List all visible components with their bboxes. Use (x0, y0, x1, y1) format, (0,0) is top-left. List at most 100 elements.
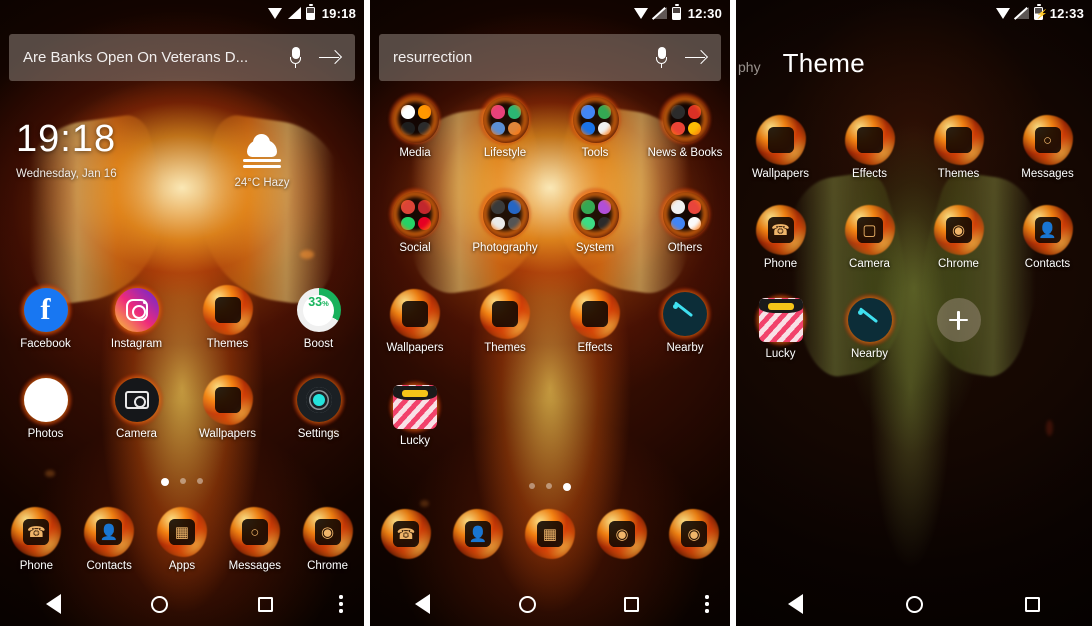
app-label: Media (399, 147, 431, 159)
folder-media[interactable]: Media (370, 93, 460, 159)
signal-off-icon (653, 7, 667, 19)
back-triangle-icon (787, 594, 803, 614)
app-label: Themes (937, 168, 980, 180)
dock-messages[interactable]: ○ Messages (218, 507, 291, 572)
app-wallpapers[interactable]: Wallpapers (370, 289, 460, 354)
navigation-bar (0, 582, 364, 626)
weather-widget[interactable]: 24°C Hazy (202, 134, 322, 189)
dock-phone[interactable]: ☎ (370, 509, 442, 559)
app-nearby[interactable]: Nearby (825, 294, 914, 360)
app-settings[interactable]: Settings (273, 374, 364, 440)
folder-system-icon (569, 188, 621, 240)
folder-social[interactable]: Social (370, 188, 460, 254)
app-themes[interactable]: Themes (182, 285, 273, 350)
app-wallpapers[interactable]: Wallpapers (182, 375, 273, 440)
app-boost[interactable]: 33% Boost (273, 288, 364, 350)
folder-tools[interactable]: Tools (550, 93, 640, 159)
app-contacts[interactable]: 👤 Contacts (1003, 205, 1092, 270)
microphone-icon[interactable] (656, 47, 667, 68)
page-dot-1[interactable] (161, 478, 169, 486)
app-effects[interactable]: Effects (550, 289, 640, 354)
app-instagram[interactable]: Instagram (91, 284, 182, 350)
nav-recents-button[interactable] (579, 596, 684, 612)
add-shortcut-button[interactable] (914, 298, 1003, 360)
status-clock: 19:18 (321, 5, 356, 21)
app-nearby[interactable]: Nearby (640, 288, 730, 354)
dock-camera[interactable]: ◉ (658, 509, 730, 559)
arrow-right-icon[interactable] (319, 50, 341, 66)
dock-apps[interactable]: ▦ (514, 509, 586, 559)
app-themes[interactable]: Themes (460, 289, 550, 354)
page-dot-3[interactable] (197, 478, 203, 484)
nav-home-button[interactable] (106, 595, 212, 613)
settings-gear-icon (292, 374, 345, 426)
boost-ring-icon: 33% (296, 288, 341, 332)
page-dot-3[interactable] (563, 483, 571, 491)
page-dot-2[interactable] (180, 478, 186, 484)
dock-chrome[interactable]: ◉ (586, 509, 658, 559)
dock-chrome[interactable]: ◉ Chrome (291, 507, 364, 572)
folder-lifestyle[interactable]: Lifestyle (460, 93, 550, 159)
folder-system[interactable]: System (550, 188, 640, 254)
folder-others[interactable]: Others (640, 188, 730, 254)
dock-phone[interactable]: ☎ Phone (0, 507, 73, 572)
dock-contacts[interactable]: 👤 Contacts (73, 507, 146, 572)
app-effects[interactable]: Effects (825, 115, 914, 180)
nav-back-button[interactable] (370, 594, 475, 614)
nav-overflow-button[interactable] (318, 595, 364, 613)
app-lucky[interactable]: Lucky (370, 381, 460, 447)
search-bar[interactable]: Are Banks Open On Veterans D... (9, 34, 355, 81)
microphone-icon[interactable] (290, 47, 301, 68)
folder-photography[interactable]: Photography (460, 188, 550, 254)
app-label: Wallpapers (386, 342, 444, 354)
nav-back-button[interactable] (0, 594, 106, 614)
wallpapers-icon (202, 375, 253, 425)
nav-back-button[interactable] (736, 594, 855, 614)
nav-home-button[interactable] (855, 595, 974, 613)
recents-square-icon (1025, 596, 1041, 612)
dock-apps[interactable]: ▦ Apps (146, 507, 219, 572)
app-facebook[interactable]: Facebook (0, 284, 91, 350)
app-camera[interactable]: Camera (91, 374, 182, 440)
lucky-icon (389, 381, 441, 433)
apps-grid-icon: ▦ (156, 507, 207, 557)
page-dot-2[interactable] (546, 483, 552, 489)
app-chrome[interactable]: ◉ Chrome (914, 205, 1003, 270)
page-indicator[interactable] (0, 478, 364, 486)
folder-news-books[interactable]: News & Books (640, 93, 730, 159)
search-input[interactable]: Are Banks Open On Veterans D... (23, 49, 290, 66)
app-phone[interactable]: ☎ Phone (736, 205, 825, 270)
instagram-icon (110, 284, 163, 336)
page-dot-1[interactable] (529, 483, 535, 489)
dock-contacts[interactable]: 👤 (442, 509, 514, 559)
nav-overflow-button[interactable] (684, 595, 730, 613)
folder-social-icon (389, 188, 441, 240)
app-photos[interactable]: Photos (0, 374, 91, 440)
folder-lifestyle-icon (479, 93, 531, 145)
app-label: Chrome (938, 258, 979, 270)
search-bar[interactable]: resurrection (379, 34, 721, 81)
dock-label: Apps (168, 560, 196, 572)
app-label: Tools (581, 147, 609, 159)
google-photos-icon (19, 374, 72, 426)
app-lucky[interactable]: Lucky (736, 294, 825, 360)
previous-category-label[interactable]: phy (738, 59, 761, 75)
page-indicator[interactable] (370, 483, 730, 491)
chrome-icon: ◉ (597, 509, 647, 559)
arrow-right-icon[interactable] (685, 50, 707, 66)
app-wallpapers[interactable]: Wallpapers (736, 115, 825, 180)
clock-weather-widget[interactable]: 19:18 Wednesday, Jan 16 24°C Hazy (16, 118, 348, 189)
nav-home-button[interactable] (475, 595, 580, 613)
app-themes[interactable]: Themes (914, 115, 1003, 180)
nav-recents-button[interactable] (973, 596, 1092, 612)
boost-value: 33 (308, 294, 323, 309)
signal-off-icon (1015, 7, 1029, 19)
phone-icon: ☎ (755, 205, 806, 255)
page-title: Theme (782, 48, 865, 78)
nav-recents-button[interactable] (212, 596, 318, 612)
app-messages[interactable]: ○ Messages (1003, 115, 1092, 180)
weather-text: 24°C Hazy (234, 177, 290, 189)
search-input[interactable]: resurrection (393, 49, 656, 66)
app-camera[interactable]: ▢ Camera (825, 205, 914, 270)
app-label: Themes (484, 342, 526, 354)
